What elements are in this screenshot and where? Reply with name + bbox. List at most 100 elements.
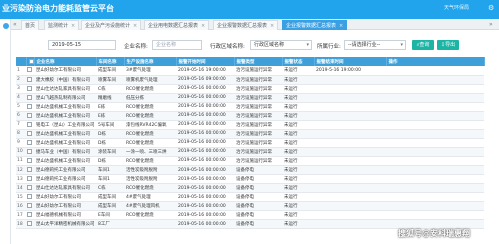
tab-alarm-report-active[interactable]: 企业报警数据汇总报表 × — [282, 20, 348, 30]
column-header[interactable]: 企业名称 — [34, 57, 97, 66]
checkbox-icon[interactable] — [27, 94, 32, 100]
column-header[interactable]: 报警结束时间 — [314, 57, 387, 66]
alarm-status-cell: 未运行 — [282, 138, 314, 148]
table-row[interactable]: 8 昆山达盛机械工业有限公司 D栋 RCO催化燃烧 2019-05-16 00:00:0… — [16, 129, 484, 139]
company-cell: 昆山飞越热轧制有限公司 — [34, 93, 96, 103]
alarm-type-cell: 治污设施运行异常 — [234, 129, 282, 139]
tab-scroll-right-icon[interactable]: » — [489, 21, 493, 28]
row-checkbox[interactable] — [26, 219, 34, 230]
tab-home[interactable]: 首页 — [21, 20, 40, 30]
row-checkbox[interactable] — [26, 93, 34, 103]
row-checkbox[interactable] — [26, 138, 34, 148]
table-row[interactable]: 17 昆山福德机械有限公司 E车间 RCO催化燃烧 2019-05-16 00:00:0… — [16, 210, 484, 221]
checkbox-icon[interactable] — [27, 139, 32, 145]
row-checkbox[interactable] — [26, 156, 34, 167]
company-input[interactable]: 企业名称 — [152, 40, 202, 50]
table-row[interactable]: 2 建大橡胶（中国）有限公司 喷雾车间 喷雾机废气处理 2019-05-16 09:00… — [16, 75, 484, 85]
checkbox-icon[interactable] — [27, 157, 32, 163]
column-header[interactable]: 报警开始时间 — [176, 57, 235, 66]
tab-power-report[interactable]: 企业用电数据汇总报表 × — [144, 20, 210, 30]
table-row[interactable]: 13 昆山德莉托工业有限公司 车间1 活性炭吸附脱附 2019-05-16 00:00:… — [16, 174, 484, 185]
checkbox-icon[interactable] — [27, 121, 32, 127]
region-select[interactable]: 行政区域名称 — [250, 40, 312, 50]
checkbox-icon[interactable] — [27, 176, 32, 182]
table-row[interactable]: 11 昆山达盛机械工业有限公司 D栋 RCO催化燃烧 2019-05-16 00:00:… — [16, 156, 484, 167]
table-row[interactable]: 6 昆山达盛机械工业有限公司 E栋 RCO催化燃烧 2019-05-16 00:00:0… — [16, 111, 484, 121]
alarm-start-cell: 2019-05-16 00:00:00 — [176, 210, 234, 221]
checkbox-icon[interactable] — [27, 148, 32, 154]
table-row[interactable]: 7 铭电工（昆山）工业有限公司 5号车间 漆包线RVR42C偏氧 2019-05-16 … — [16, 120, 484, 130]
row-number: 8 — [16, 129, 26, 139]
table-row[interactable]: 14 昆山仕达达轧家具有限公司 C栋 RCO催化燃烧 2019-05-16 00:00:… — [16, 183, 484, 194]
checkbox-icon[interactable] — [27, 185, 32, 191]
table-row[interactable]: 16 昆山好幼尔工有限公司 成型车间 4#废气处理风机 2019-05-16 00:00… — [16, 201, 484, 212]
tab-scroll-left-icon[interactable]: « — [13, 21, 17, 28]
region-select-value: 行政区域名称 — [254, 42, 285, 48]
query-button[interactable]: ⌕查询 — [412, 40, 434, 50]
table-row[interactable]: 4 昆山飞越热轧制有限公司 精磨线 低压分拣 2019-05-16 00:00:00 治污… — [16, 93, 484, 103]
checkbox-icon[interactable] — [27, 130, 32, 136]
date-input[interactable]: 2019-05-15 — [48, 40, 116, 50]
checkbox-icon[interactable] — [27, 203, 32, 209]
table-row[interactable]: 12 昆山德莉托工业有限公司 车间1 活性炭吸附脱附 2019-05-16 00:00:… — [16, 165, 484, 176]
row-checkbox[interactable] — [26, 102, 34, 112]
close-icon[interactable]: × — [71, 23, 75, 29]
close-icon[interactable]: × — [270, 23, 274, 29]
column-header[interactable]: 报警状态 — [282, 57, 315, 66]
export-button[interactable]: ⇩导出 — [437, 40, 459, 50]
select-all-checkbox[interactable] — [26, 57, 35, 66]
column-header[interactable]: 报警类型 — [234, 57, 283, 66]
checkbox-icon[interactable] — [27, 85, 32, 91]
column-header[interactable]: 车间名称 — [96, 57, 125, 66]
row-checkbox[interactable] — [26, 210, 34, 221]
column-header[interactable]: 生产设施名称 — [124, 57, 177, 66]
row-checkbox[interactable] — [26, 183, 34, 194]
checkbox-icon[interactable] — [27, 67, 32, 73]
row-checkbox[interactable] — [26, 75, 34, 85]
table-row[interactable]: 10 捷马车业（中国）有限公司 涂装车间 一涂一喷、三喷三烘 2019-05-16 00… — [16, 147, 484, 157]
table-row[interactable]: 9 昆山达盛机械工业有限公司 D栋 RCO催化燃烧 2019-05-16 00:00:0… — [16, 138, 484, 148]
row-number: 4 — [16, 93, 26, 103]
table-row[interactable]: 15 昆山好幼尔工有限公司 成型车间 4#废气处理 2019-05-16 00:00:0… — [16, 192, 484, 203]
row-checkbox[interactable] — [26, 129, 34, 139]
facility-cell: RCO催化燃烧 — [124, 156, 176, 167]
table-row[interactable]: 1 昆山好幼尔工有限公司 成型车间 3#废气处理 2019-05-16 19:00:00… — [16, 66, 484, 76]
checkbox-icon[interactable] — [27, 167, 32, 173]
row-checkbox[interactable] — [26, 201, 34, 212]
gear-icon[interactable]: ⚙ — [488, 4, 494, 12]
alarm-status-cell: 未运行 — [282, 102, 314, 112]
tab-alarm-report[interactable]: 企业报警数据汇总报表 × — [213, 20, 279, 30]
menu-icon[interactable] — [3, 23, 9, 29]
table-row[interactable]: 5 昆山达盛机械工业有限公司 E栋 RCO催化燃烧 2019-05-16 00:00:0… — [16, 102, 484, 112]
industry-select[interactable]: --请选择行业-- — [344, 40, 406, 50]
checkbox-icon[interactable] — [27, 103, 32, 109]
industry-label: 所属行业: — [317, 44, 341, 50]
checkbox-icon[interactable] — [27, 112, 32, 118]
row-checkbox[interactable] — [26, 192, 34, 203]
row-number: 6 — [16, 111, 26, 121]
close-icon[interactable]: × — [339, 23, 343, 29]
row-checkbox[interactable] — [26, 120, 34, 130]
alarm-end-cell — [314, 156, 386, 167]
checkbox-icon[interactable] — [27, 212, 32, 218]
checkbox-icon[interactable] — [27, 76, 32, 82]
row-checkbox[interactable] — [26, 111, 34, 121]
workshop-cell: 涂装车间 — [96, 147, 124, 157]
row-checkbox[interactable] — [26, 84, 34, 94]
tab-monitoring-stats[interactable]: 监测统计 × — [44, 20, 80, 30]
checkbox-icon[interactable] — [27, 194, 32, 200]
row-checkbox[interactable] — [26, 174, 34, 185]
facility-cell: RCO催化燃烧 — [124, 129, 176, 139]
row-checkbox[interactable] — [26, 66, 34, 76]
close-icon[interactable]: × — [133, 23, 137, 29]
checkbox-icon[interactable] — [27, 221, 32, 227]
close-icon[interactable]: × — [201, 23, 205, 29]
alarm-status-cell: 未运行 — [282, 75, 314, 85]
workshop-cell: C栋 — [96, 183, 124, 194]
tab-facility-stats[interactable]: 企业及产污设施统计 × — [81, 20, 142, 30]
table-row[interactable]: 3 昆山仕达达轧家具有限公司 C栋 RCO催化燃烧 2019-05-16 00:00:0… — [16, 84, 484, 94]
row-checkbox[interactable] — [26, 165, 34, 176]
row-checkbox[interactable] — [26, 147, 34, 157]
company-cell: 昆山达盛机械工业有限公司 — [34, 102, 96, 112]
header-user-label[interactable]: 天气环保局 — [444, 4, 469, 11]
